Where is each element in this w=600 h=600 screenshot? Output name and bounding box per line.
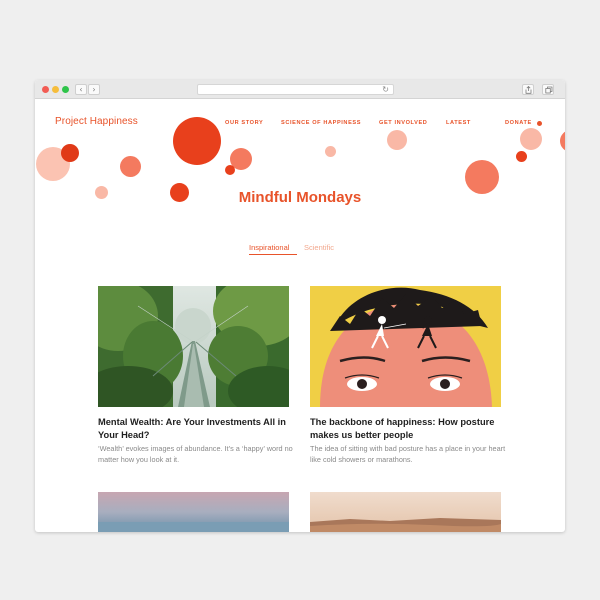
- browser-toolbar: ‹ › ↻: [35, 80, 565, 99]
- nav-get-involved[interactable]: GET INVOLVED: [379, 120, 427, 126]
- minimize-window-button[interactable]: [52, 86, 59, 93]
- decorative-bubble: [120, 156, 141, 177]
- reload-icon[interactable]: ↻: [382, 85, 389, 95]
- decorative-bubble: [520, 128, 542, 150]
- nav-donate[interactable]: DONATE: [505, 120, 532, 126]
- tab-inspirational[interactable]: Inspirational: [249, 243, 289, 252]
- article-title[interactable]: The backbone of happiness: How posture m…: [310, 416, 506, 442]
- decorative-bubble: [173, 117, 221, 165]
- article-image-sky[interactable]: [98, 492, 289, 532]
- article-excerpt: ‘Wealth’ evokes images of abundance. It’…: [98, 444, 293, 464]
- decorative-bubble: [225, 165, 235, 175]
- maximize-window-button[interactable]: [62, 86, 69, 93]
- close-window-button[interactable]: [42, 86, 49, 93]
- decorative-bubble: [560, 130, 565, 152]
- browser-window: ‹ › ↻ Project Happiness OUR STORY SCIENC…: [35, 80, 565, 532]
- address-bar[interactable]: ↻: [197, 84, 394, 95]
- article-image-bridge[interactable]: [98, 286, 289, 407]
- tab-scientific[interactable]: Scientific: [304, 243, 334, 252]
- share-icon[interactable]: [522, 84, 534, 95]
- page-title: Mindful Mondays: [238, 189, 362, 206]
- article-excerpt: The idea of sitting with bad posture has…: [310, 444, 506, 464]
- site-logo[interactable]: Project Happiness: [55, 116, 138, 127]
- nav-latest[interactable]: LATEST: [446, 120, 471, 126]
- nav-our-story[interactable]: OUR STORY: [225, 120, 263, 126]
- decorative-bubble: [325, 146, 336, 157]
- active-tab-indicator: [249, 254, 297, 255]
- article-image-fencers[interactable]: [310, 286, 501, 407]
- forward-icon[interactable]: ›: [88, 84, 100, 95]
- article-title[interactable]: Mental Wealth: Are Your Investments All …: [98, 416, 294, 442]
- web-page: Project Happiness OUR STORY SCIENCE OF H…: [35, 100, 565, 532]
- decorative-bubble: [387, 130, 407, 150]
- article-image-desert[interactable]: [310, 492, 501, 532]
- back-icon[interactable]: ‹: [75, 84, 87, 95]
- decorative-bubble: [516, 151, 527, 162]
- decorative-bubble: [537, 121, 542, 126]
- decorative-bubble: [61, 144, 79, 162]
- nav-science-of-happiness[interactable]: SCIENCE OF HAPPINESS: [281, 120, 361, 126]
- tabs-icon[interactable]: [542, 84, 554, 95]
